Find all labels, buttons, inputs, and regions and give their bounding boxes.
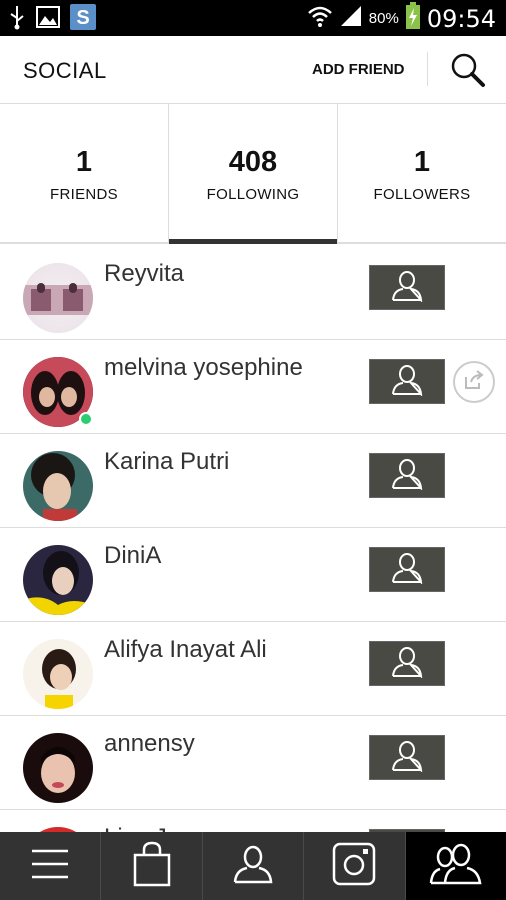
user-name: Lisa Joy [104, 824, 192, 832]
bottom-nav [0, 832, 506, 900]
battery-icon [405, 2, 421, 35]
list-item[interactable]: DiniA [0, 528, 506, 622]
app-s-icon: S [70, 4, 96, 35]
usb-icon [8, 4, 26, 35]
avatar [23, 263, 93, 333]
battery-percent: 80% [368, 10, 399, 27]
list-item[interactable]: Karina Putri [0, 434, 506, 528]
user-name: Reyvita [104, 260, 185, 287]
share-icon [463, 369, 485, 396]
user-name: DiniA [104, 542, 162, 569]
friends-icon [428, 843, 484, 890]
header-divider [427, 52, 428, 86]
friends-label: FRIENDS [50, 186, 118, 203]
nav-menu[interactable] [0, 832, 102, 900]
person-icon [390, 738, 424, 777]
avatar [23, 451, 93, 521]
person-icon [390, 456, 424, 495]
list-item[interactable]: Lisa Joy [0, 810, 506, 832]
page-title: SOCIAL [23, 58, 107, 83]
avatar [23, 639, 93, 709]
signal-icon [339, 4, 363, 33]
nav-profile[interactable] [203, 832, 305, 900]
search-icon [448, 53, 488, 94]
svg-text:S: S [76, 7, 89, 29]
follow-button[interactable] [369, 265, 445, 310]
status-bar: S 80% 09:54 [0, 0, 506, 36]
tab-followers[interactable]: 1 FOLLOWERS [338, 104, 506, 242]
profile-icon [232, 844, 274, 889]
stats-tabs: 1 FRIENDS 408 FOLLOWING 1 FOLLOWERS [0, 104, 506, 244]
search-button[interactable] [448, 50, 488, 90]
app-header: SOCIAL ADD FRIEND [0, 36, 506, 104]
clock: 09:54 [426, 4, 496, 33]
follow-button[interactable] [369, 735, 445, 780]
wifi-icon [307, 4, 333, 33]
menu-icon [30, 847, 70, 886]
share-button[interactable] [453, 361, 495, 403]
follow-button[interactable] [369, 359, 445, 404]
avatar [23, 733, 93, 803]
shopping-bag-icon [133, 841, 171, 892]
avatar [23, 545, 93, 615]
follow-button[interactable] [369, 547, 445, 592]
user-name: Karina Putri [104, 448, 230, 475]
nav-shop[interactable] [101, 832, 203, 900]
list-item[interactable]: Alifya Inayat Ali [0, 622, 506, 716]
tab-following[interactable]: 408 FOLLOWING [169, 104, 338, 244]
person-icon [390, 268, 424, 307]
followers-count: 1 [413, 146, 431, 178]
instagram-icon [332, 842, 376, 891]
person-icon [390, 362, 424, 401]
list-item[interactable]: melvina yosephine [0, 340, 506, 434]
following-label: FOLLOWING [206, 186, 300, 203]
person-icon [390, 550, 424, 589]
add-friend-button[interactable]: ADD FRIEND [312, 61, 405, 78]
gallery-icon [36, 6, 60, 33]
list-item[interactable]: Reyvita [0, 246, 506, 340]
user-name: Alifya Inayat Ali [104, 636, 267, 663]
person-icon [390, 644, 424, 683]
follow-button[interactable] [369, 453, 445, 498]
user-name: annensy [104, 730, 195, 757]
follow-button[interactable] [369, 641, 445, 686]
online-indicator [79, 412, 93, 426]
user-name: melvina yosephine [104, 354, 303, 381]
list-item[interactable]: annensy [0, 716, 506, 810]
followers-label: FOLLOWERS [373, 186, 471, 203]
following-list: Reyvita melvina yosephine Karina Putri D… [0, 246, 506, 832]
following-count: 408 [228, 146, 278, 178]
tab-friends[interactable]: 1 FRIENDS [0, 104, 169, 242]
nav-friends[interactable] [405, 832, 506, 900]
nav-instagram[interactable] [304, 832, 406, 900]
friends-count: 1 [75, 146, 93, 178]
